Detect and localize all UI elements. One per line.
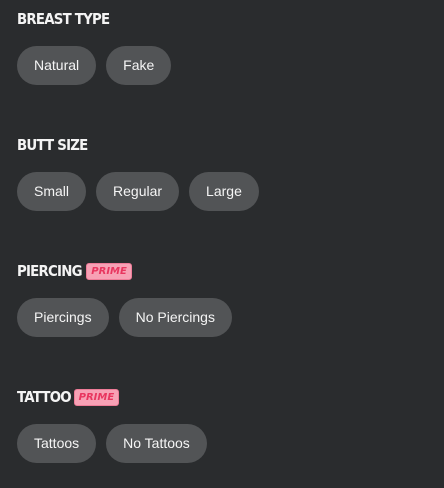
section-title-piercing: PIERCING [17,262,83,280]
section-header: PIERCING PRIME [17,261,232,281]
option-natural-button[interactable]: Natural [17,46,97,85]
option-fake-button[interactable]: Fake [106,46,172,85]
section-title-tattoo: TATTOO [17,388,72,406]
option-small-button[interactable]: Small [17,172,87,211]
section-header: BREAST TYPE [17,9,171,29]
butt-size-section: BUTT SIZE Small Regular Large [17,135,259,211]
prime-badge: PRIME [73,388,120,406]
option-piercings-button[interactable]: Piercings [17,298,109,337]
filter-panel: BREAST TYPE Natural Fake BUTT SIZE Small… [0,0,444,488]
option-no-tattoos-button[interactable]: No Tattoos [106,424,207,463]
breast-type-section: BREAST TYPE Natural Fake [17,9,172,85]
piercing-section: PIERCING PRIME Piercings No Piercings [17,261,232,337]
option-regular-button[interactable]: Regular [96,172,180,211]
option-tattoos-button[interactable]: Tattoos [17,424,97,463]
option-group: Natural Fake [17,46,172,85]
option-no-piercings-button[interactable]: No Piercings [118,298,232,337]
option-group: Tattoos No Tattoos [17,424,207,463]
section-title-butt-size: BUTT SIZE [17,136,88,154]
section-header: TATTOO PRIME [17,387,207,407]
section-title-breast-type: BREAST TYPE [17,10,110,28]
tattoo-section: TATTOO PRIME Tattoos No Tattoos [17,387,207,463]
option-group: Small Regular Large [17,172,259,211]
prime-badge: PRIME [86,262,132,280]
option-group: Piercings No Piercings [17,298,232,337]
section-header: BUTT SIZE [17,135,259,155]
option-large-button[interactable]: Large [189,172,259,211]
